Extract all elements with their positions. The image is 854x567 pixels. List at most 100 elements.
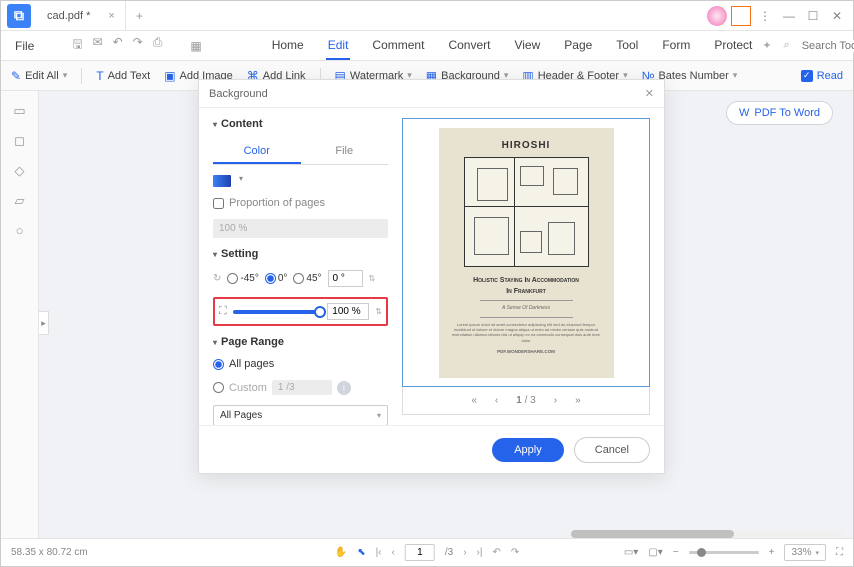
- page-total: /3: [445, 547, 453, 558]
- preview-tagline: A Sense Of Darkness: [502, 305, 550, 312]
- select-tool-icon[interactable]: ⬉: [357, 547, 365, 558]
- tab-convert[interactable]: Convert: [446, 32, 492, 60]
- color-swatch-picker[interactable]: [213, 175, 231, 187]
- minimize-icon[interactable]: —: [779, 6, 799, 26]
- file-menu[interactable]: File: [9, 39, 40, 53]
- redo-icon[interactable]: ↷: [133, 35, 143, 56]
- rotate-0-radio[interactable]: [265, 273, 276, 284]
- read-toggle[interactable]: ✓Read: [801, 70, 843, 82]
- page-dimensions: 58.35 x 80.72 cm: [11, 547, 88, 558]
- bookmark-icon[interactable]: ◻: [14, 133, 25, 149]
- zoom-slider[interactable]: [689, 551, 759, 554]
- dialog-close-icon[interactable]: ✕: [645, 87, 654, 100]
- stepper-icon[interactable]: ⇅: [375, 307, 382, 316]
- cancel-button[interactable]: Cancel: [574, 437, 650, 463]
- layers-icon[interactable]: ◇: [15, 163, 25, 179]
- info-icon[interactable]: i: [337, 381, 351, 395]
- proportion-label: Proportion of pages: [229, 197, 325, 209]
- floorplan-image: [464, 157, 589, 267]
- pager-next-icon[interactable]: ›: [554, 395, 557, 406]
- content-section-header[interactable]: Content: [213, 118, 388, 130]
- fit-width-icon[interactable]: ▭▾: [624, 547, 638, 558]
- add-text-button[interactable]: TAdd Text: [96, 69, 150, 83]
- preview-area: HIROSHI Holistic Staying In Accommodatio…: [402, 118, 650, 387]
- tab-view[interactable]: View: [512, 32, 542, 60]
- tab-comment[interactable]: Comment: [370, 32, 426, 60]
- undo-icon[interactable]: ↶: [113, 35, 123, 56]
- rotate-icon: ↻: [213, 273, 221, 284]
- tab-tool[interactable]: Tool: [614, 32, 640, 60]
- tab-home[interactable]: Home: [270, 32, 306, 60]
- tab-protect[interactable]: Protect: [712, 32, 754, 60]
- fullscreen-icon[interactable]: ⛶: [836, 547, 843, 558]
- search-panel-icon[interactable]: ○: [16, 223, 24, 238]
- app-menu-icon[interactable]: ▦: [190, 39, 201, 53]
- pdf-to-word-button[interactable]: W PDF To Word: [726, 101, 833, 125]
- chevron-down-icon: ▾: [63, 70, 68, 81]
- app-logo: ⧉: [7, 4, 31, 28]
- wand-icon[interactable]: ✦: [762, 39, 771, 52]
- account-icon[interactable]: [707, 6, 727, 26]
- hand-tool-icon[interactable]: ✋: [335, 547, 347, 558]
- tab-page[interactable]: Page: [562, 32, 594, 60]
- kebab-menu-icon[interactable]: ⋮: [755, 6, 775, 26]
- maximize-icon[interactable]: ☐: [803, 6, 823, 26]
- first-page-icon[interactable]: |‹: [376, 547, 382, 558]
- scale-icon: ⛶: [219, 305, 227, 318]
- scale-slider[interactable]: [233, 310, 322, 314]
- stepper-icon[interactable]: ⇅: [369, 274, 376, 283]
- rotate-neg45-radio[interactable]: [227, 273, 238, 284]
- attachment-icon[interactable]: ▱: [15, 193, 25, 209]
- custom-range-radio[interactable]: [213, 382, 224, 393]
- search-input[interactable]: [802, 40, 854, 52]
- setting-section-header[interactable]: Setting: [213, 248, 388, 260]
- main-tabs: Home Edit Comment Convert View Page Tool…: [270, 32, 755, 60]
- page-number-input[interactable]: [405, 544, 435, 561]
- preview-page: HIROSHI Holistic Staying In Accommodatio…: [439, 128, 614, 378]
- search-icon: ⌕: [784, 39, 790, 52]
- page-range-section-header[interactable]: Page Range: [213, 336, 388, 348]
- pencil-icon: ✎: [11, 69, 21, 83]
- rotate-45-radio[interactable]: [293, 273, 304, 284]
- zoom-level-select[interactable]: 33%▾: [784, 544, 826, 561]
- all-pages-radio[interactable]: [213, 359, 224, 370]
- last-page-icon[interactable]: ›|: [477, 547, 483, 558]
- pager-first-icon[interactable]: «: [471, 395, 477, 406]
- scale-percent-input[interactable]: [327, 303, 369, 320]
- rotate-right-icon[interactable]: ↷: [511, 547, 519, 558]
- prev-page-icon[interactable]: ‹: [392, 547, 395, 558]
- zoom-out-icon[interactable]: −: [673, 547, 679, 558]
- tab-edit[interactable]: Edit: [326, 32, 351, 60]
- pager-prev-icon[interactable]: ‹: [495, 395, 498, 406]
- slider-thumb[interactable]: [314, 306, 326, 318]
- proportion-checkbox[interactable]: [213, 198, 224, 209]
- image-icon: ▣: [164, 69, 175, 83]
- dialog-title: Background: [209, 88, 268, 100]
- save-icon[interactable]: 🖫: [72, 35, 82, 56]
- edit-all-button[interactable]: ✎Edit All▾: [11, 69, 67, 83]
- zoom-in-icon[interactable]: +: [769, 547, 775, 558]
- new-tab-button[interactable]: +: [126, 9, 153, 23]
- close-tab-icon[interactable]: ×: [108, 10, 114, 22]
- close-window-icon[interactable]: ✕: [827, 6, 847, 26]
- mail-icon[interactable]: ✉: [93, 35, 103, 56]
- rotate-degree-input[interactable]: [328, 270, 363, 287]
- pager-last-icon[interactable]: »: [575, 395, 581, 406]
- color-subtab[interactable]: Color: [213, 140, 301, 164]
- print-icon[interactable]: ⎙: [153, 35, 163, 56]
- next-page-icon[interactable]: ›: [463, 547, 466, 558]
- expand-panel-icon[interactable]: ▸: [39, 311, 49, 335]
- preview-subtitle-2: In Frankfurt: [506, 288, 546, 295]
- thumbnail-icon[interactable]: ▭: [13, 103, 25, 119]
- checkmark-icon: ✓: [801, 70, 813, 82]
- rotate-left-icon[interactable]: ↶: [492, 547, 500, 558]
- document-tab[interactable]: cad.pdf * ×: [37, 1, 126, 30]
- horizontal-scrollbar[interactable]: [571, 530, 843, 538]
- file-subtab[interactable]: File: [301, 140, 389, 164]
- view-mode-icon[interactable]: ▢▾: [648, 547, 662, 558]
- preview-footer: PDF.WONDERSHARE.COM: [497, 349, 555, 355]
- page-subset-select[interactable]: All Pages ▾: [213, 405, 388, 425]
- notification-icon[interactable]: [731, 6, 751, 26]
- apply-button[interactable]: Apply: [492, 438, 564, 462]
- tab-form[interactable]: Form: [660, 32, 692, 60]
